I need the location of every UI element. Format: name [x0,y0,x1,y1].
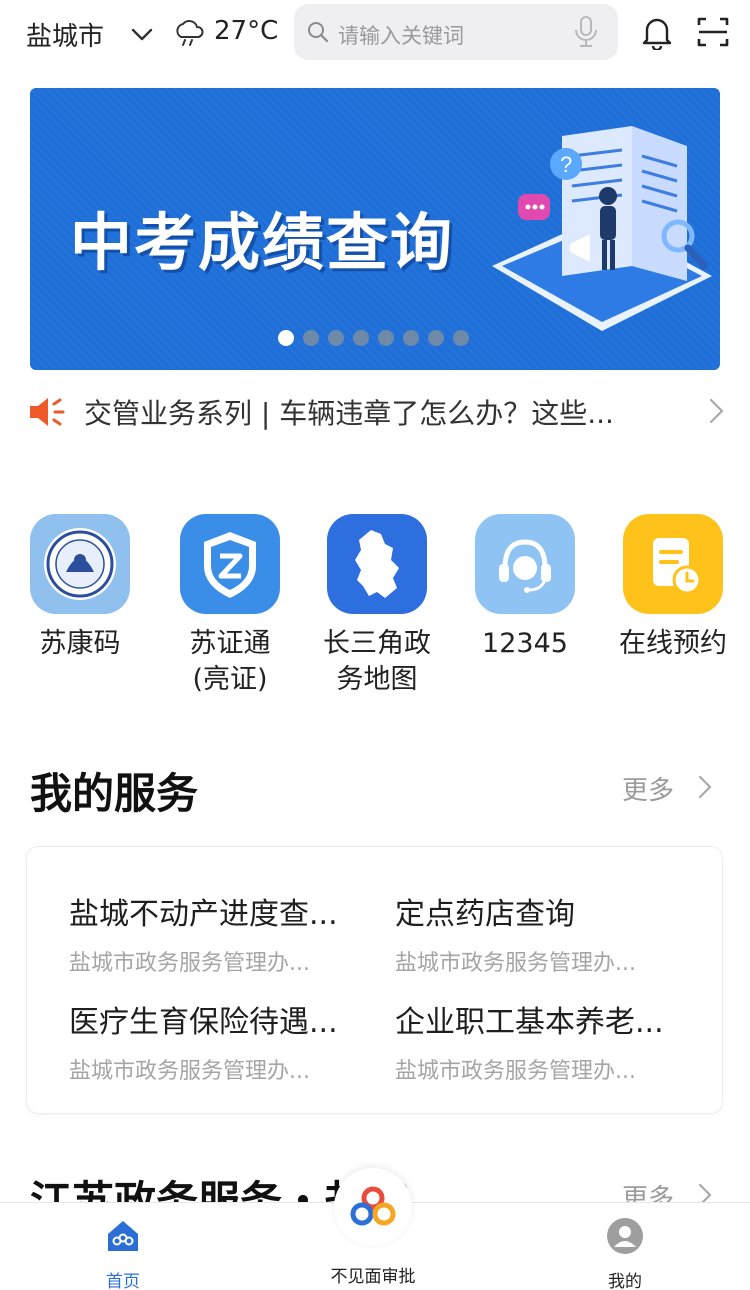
app-label: 12345 [482,628,568,659]
services-card: 盐城不动产进度查... 盐城市政务服务管理办... 定点药店查询 盐城市政务服务… [26,846,723,1114]
app-label: 长三角政 务地图 [323,628,431,695]
service-item[interactable]: 企业职工基本养老... 盐城市政务服务管理办... [395,997,695,1085]
more-link[interactable]: 更多 [622,770,674,807]
carousel-dot[interactable] [353,330,369,346]
app-online-booking[interactable]: 在线预约 [603,514,743,662]
map-icon [327,514,427,614]
speaker-icon [30,398,65,426]
city-name[interactable]: 盐城市 [26,16,104,53]
service-title: 盐城不动产进度查... [69,897,338,932]
notice-text[interactable]: 交管业务系列 | 车辆违章了怎么办？这些... [84,392,614,432]
home-icon [108,1221,138,1251]
service-item[interactable]: 盐城不动产进度查... 盐城市政务服务管理办... [69,889,369,977]
banner-title: 中考成绩查询 [70,206,455,279]
chevron-right-icon[interactable] [704,396,728,426]
chevron-down-icon[interactable] [128,20,156,48]
service-dept: 盐城市政务服务管理办... [69,1059,310,1084]
carousel-dot[interactable] [453,330,469,346]
carousel-dot[interactable] [378,330,394,346]
notice-bar[interactable]: 交管业务系列 | 车辆违章了怎么办？这些... [28,390,724,434]
service-title: 医疗生育保险待遇... [69,1005,338,1040]
chevron-right-icon[interactable] [694,772,716,802]
carousel-dots [278,330,469,346]
suzhengtong-icon [180,514,280,614]
search-input[interactable]: 请输入关键词 [338,20,464,50]
nav-mine-label: 我的 [608,1272,642,1290]
app-label: 苏康码 [39,628,121,659]
banner-illustration: ? [492,126,712,331]
quick-apps: 苏康码 苏证通 (亮证) 长三角政 务地图 12345 在线预约 [0,514,750,704]
service-item[interactable]: 医疗生育保险待遇... 盐城市政务服务管理办... [69,997,369,1085]
nav-home[interactable]: 首页 [63,1217,183,1290]
app-label: 在线预约 [619,628,727,659]
nav-mine[interactable]: 我的 [565,1217,685,1290]
app-yangtze-map[interactable]: 长三角政 务地图 [307,514,447,698]
bell-icon[interactable] [640,14,674,50]
user-avatar-icon [607,1218,643,1254]
carousel-dot[interactable] [278,330,294,346]
app-suzhengtong[interactable]: 苏证通 (亮证) [160,514,300,698]
svg-text:?: ? [560,152,572,177]
section-title-my-services: 我的服务 [30,769,199,818]
sukangma-icon [30,514,130,614]
carousel-dot[interactable] [403,330,419,346]
temperature: 27°C [214,16,279,46]
promo-banner[interactable]: 中考成绩查询 ? [30,88,720,370]
service-item[interactable]: 定点药店查询 盐城市政务服务管理办... [395,889,695,977]
search-icon [308,22,329,43]
app-label: 苏证通 (亮证) [189,628,271,695]
scan-icon[interactable] [696,14,730,50]
approval-logo-button[interactable] [334,1168,412,1246]
cloud-rain-icon [176,20,204,46]
service-title: 企业职工基本养老... [395,1005,664,1040]
app-12345[interactable]: 12345 [455,514,595,662]
carousel-dot[interactable] [328,330,344,346]
service-title: 定点药店查询 [395,897,575,932]
approval-logo-icon [350,1186,396,1226]
search-bar[interactable]: 请输入关键词 [294,4,618,60]
carousel-dot[interactable] [428,330,444,346]
nav-home-label: 首页 [106,1272,140,1290]
app-sukangma[interactable]: 苏康码 [10,514,150,662]
carousel-dot[interactable] [303,330,319,346]
nav-approval-label[interactable]: 不见面审批 [313,1262,433,1287]
service-dept: 盐城市政务服务管理办... [395,951,636,976]
top-bar: 盐城市 27°C 请输入关键词 [0,0,750,68]
service-dept: 盐城市政务服务管理办... [69,951,310,976]
service-dept: 盐城市政务服务管理办... [395,1059,636,1084]
headset-icon [475,514,575,614]
microphone-icon[interactable] [572,15,600,49]
booking-icon [623,514,723,614]
